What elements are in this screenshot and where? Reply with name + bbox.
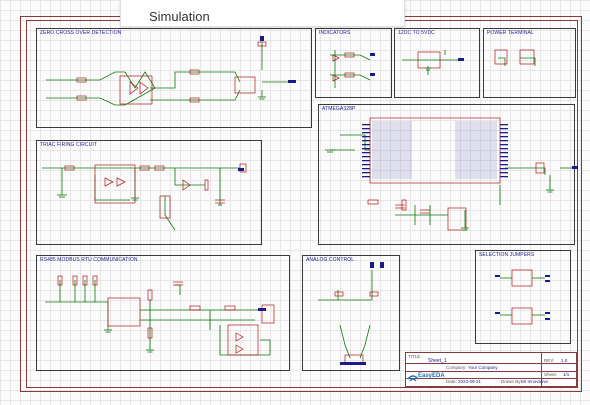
drawn-label: Drawn By: [501, 379, 522, 384]
schematic-drawing [42, 36, 578, 365]
wires [42, 42, 575, 359]
title-label: TITLE: [408, 354, 422, 359]
ground-symbols [57, 67, 554, 353]
date-label: Date: [446, 379, 457, 384]
company-label: Company: [446, 365, 467, 370]
company-value: Your Company [468, 365, 498, 370]
pin-labels [372, 121, 497, 179]
date-value: 2023-09-21 [458, 379, 482, 384]
logo-text: EasyEDA [418, 373, 445, 379]
sheet-label: Sheet: [544, 372, 558, 377]
easyeda-logo: EasyEDA [406, 370, 445, 384]
sheet-value: 1/1 [563, 372, 570, 377]
rev-label: REV: [544, 358, 555, 363]
simulation-tab[interactable]: Simulation [120, 0, 405, 27]
pins [238, 36, 578, 365]
rev-value: 1.0 [561, 358, 568, 363]
components [57, 41, 545, 364]
simulation-tab-label: Simulation [149, 9, 210, 24]
title-value: Sheet_1 [428, 358, 447, 364]
drawn-value: Mr Innovative [521, 379, 549, 384]
